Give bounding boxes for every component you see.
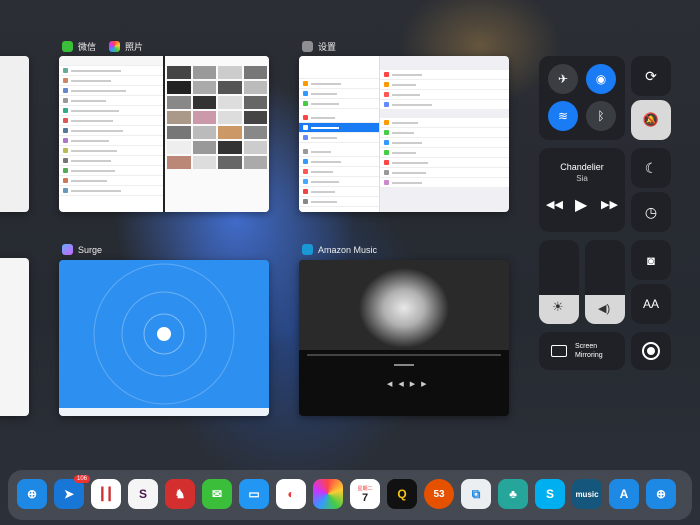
volume-slider[interactable]: ◀) [585,240,625,324]
slack-icon[interactable]: S [128,479,158,509]
amazon-music-dock-icon[interactable]: music [572,479,602,509]
photos-icon [109,41,121,52]
surge-radar-graphic [59,263,269,416]
next-track-icon[interactable]: ▶▶ [601,198,618,211]
safari-2-icon[interactable]: ⊕ [646,479,676,509]
playback-controls[interactable]: ◀◀▶▶ [387,380,433,388]
partial-app-card-bottom[interactable] [0,258,29,416]
photos-dock-icon[interactable] [313,479,343,509]
settings-detail [380,56,509,212]
rotation-lock-button[interactable]: ⟳ [631,56,671,96]
sun-icon: ☀ [552,299,564,314]
copy-app-icon[interactable]: ⧉ [461,479,491,509]
wechat-photos-card[interactable] [59,56,269,212]
now-playing-title: Chandelier [560,162,604,172]
tree-app-icon[interactable]: ♣ [498,479,528,509]
skype-letter: S [545,487,554,501]
play-icon[interactable]: ▶ [575,195,587,215]
dock: ⊕ ➤ 106 ┃┃ S ♞ ✉ ▭ ◐ 星期二 7 Q 53 ⧉ ♣ S mus… [8,470,692,520]
brightness-slider[interactable]: ☀ [539,240,579,324]
partial-app-card-top[interactable] [0,56,29,212]
screen-mirroring-button[interactable]: Screen Mirroring [539,332,625,370]
wechat-dock-icon[interactable]: ✉ [202,479,232,509]
photos-pane [165,56,269,212]
bluetooth-toggle[interactable]: ᛒ [586,101,616,131]
surge-label: Surge [62,244,102,255]
wechat-title: 微信 [78,42,97,52]
do-not-disturb-button[interactable]: ☾ [631,148,671,188]
settings-sidebar [299,56,380,212]
gear-icon [302,41,313,52]
wifi-toggle[interactable]: ≋ [548,101,578,131]
connectivity-module: ✈ ◉ ≋ ᛒ [539,56,625,140]
previous-track-icon[interactable]: ◀◀ [546,198,563,211]
wechat-pane [59,56,165,212]
voice-memos-icon[interactable]: ┃┃ [91,479,121,509]
now-playing-module[interactable]: Chandelier Sia ◀◀ ▶ ▶▶ [539,148,625,232]
spark-badge: 106 [73,475,90,483]
album-art [299,260,509,350]
settings-title: 设置 [318,42,337,52]
calendar-weekday: 星期二 [357,485,373,492]
airplane-mode-toggle[interactable]: ✈ [548,64,578,94]
screen-mirroring-label-2: Mirroring [575,352,603,359]
calendar-day: 7 [361,491,369,504]
record-icon [642,342,660,360]
settings-card[interactable] [299,56,509,212]
weibo-icon[interactable]: ◐ [276,479,306,509]
surge-icon [62,244,73,255]
surge-card[interactable] [59,260,269,416]
q-app-icon[interactable]: Q [387,479,417,509]
timer-button[interactable]: ◷ [631,192,671,232]
q-app-letter: Q [397,487,407,501]
files-icon[interactable]: ▭ [239,479,269,509]
text-size-label: AA [642,297,659,311]
screen-mirroring-label-1: Screen [575,343,598,350]
mail-horse-icon[interactable]: ♞ [165,479,195,509]
safari-icon[interactable]: ⊕ [17,479,47,509]
camera-button[interactable]: ◙ [631,240,671,280]
calendar-icon[interactable]: 星期二 7 [350,479,380,509]
skype-icon[interactable]: S [535,479,565,509]
text-size-button[interactable]: AA [631,284,671,324]
amazon-music-icon [302,244,313,255]
screen-mirroring-icon [551,345,567,357]
wechat-icon [62,41,73,52]
app-53-icon[interactable]: 53 [424,479,454,509]
screen-record-button[interactable] [631,332,671,370]
settings-label: 设置 [302,40,336,53]
surge-title: Surge [78,244,103,255]
wechat-label: 微信 照片 [62,40,143,53]
speaker-icon: ◀) [598,303,611,315]
spark-icon[interactable]: ➤ 106 [54,475,90,509]
amazon-music-letter: music [575,489,599,499]
app-store-icon[interactable]: A [609,479,639,509]
airdrop-toggle[interactable]: ◉ [586,64,616,94]
now-playing-artist: Sia [576,174,588,183]
amazon-music-card[interactable]: ◀◀▶▶ [299,260,509,416]
mute-button[interactable]: 🔕 [631,100,671,140]
app-53-letter: 53 [433,488,445,500]
amazon-title: Amazon Music [318,244,378,255]
photos-title: 照片 [125,42,144,52]
amazon-label: Amazon Music [302,244,377,255]
